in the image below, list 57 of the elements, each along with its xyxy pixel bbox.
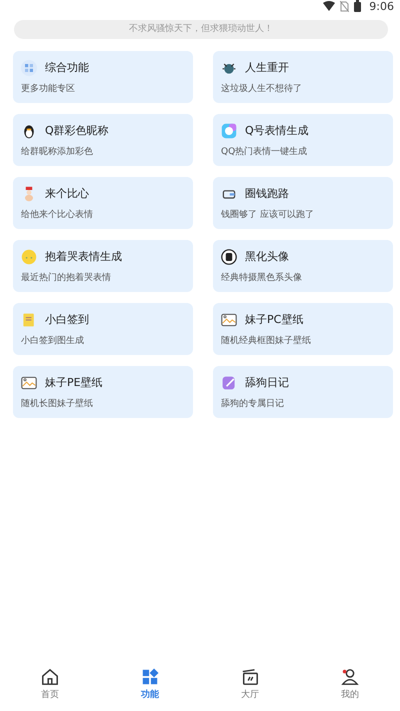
feature-card[interactable]: 妹子PE壁纸 随机长图妹子壁纸 — [13, 366, 193, 418]
card-subtitle: 小白签到图生成 — [21, 334, 85, 346]
feature-card[interactable]: 人生重开 这垃圾人生不想待了 — [213, 51, 393, 103]
card-title: 黑化头像 — [245, 249, 289, 264]
card-subtitle: 给群昵称添加彩色 — [21, 146, 94, 158]
notepad-icon — [21, 312, 37, 328]
user-icon — [341, 668, 359, 686]
nav-tab[interactable]: 首页 — [0, 668, 100, 708]
home-icon — [41, 668, 59, 686]
card-title: 来个比心 — [45, 186, 89, 201]
no-sim-icon — [340, 0, 350, 12]
card-title: 圈钱跑路 — [245, 186, 289, 201]
grid-icon — [21, 60, 37, 76]
wifi-icon — [323, 1, 336, 11]
feature-card[interactable]: Q群彩色昵称 给群昵称添加彩色 — [13, 114, 193, 166]
image-icon — [221, 312, 237, 328]
card-title: 小白签到 — [45, 312, 89, 327]
feature-card[interactable]: 来个比心 给他来个比心表情 — [13, 177, 193, 229]
card-subtitle: 更多功能专区 — [21, 82, 76, 94]
card-subtitle: 钱圈够了 应该可以跑了 — [221, 208, 315, 220]
card-subtitle: 经典特摄黑色系头像 — [221, 272, 303, 284]
penguin-icon — [21, 122, 37, 138]
card-title: Q号表情生成 — [245, 123, 309, 138]
nav-tab[interactable]: 大厅 — [200, 668, 300, 708]
card-title: 妹子PC壁纸 — [245, 312, 304, 327]
cards-icon — [241, 668, 259, 686]
card-title: 妹子PE壁纸 — [45, 375, 103, 390]
status-time: 9:06 — [369, 0, 394, 12]
card-subtitle: 给他来个比心表情 — [21, 208, 94, 220]
card-title: 综合功能 — [45, 60, 89, 75]
card-title: 人生重开 — [245, 60, 289, 75]
notebook-icon — [221, 374, 237, 390]
feature-card[interactable]: 舔狗日记 舔狗的专属日记 — [213, 366, 393, 418]
card-subtitle: 舔狗的专属日记 — [221, 398, 285, 410]
feature-card[interactable]: 综合功能 更多功能专区 — [13, 51, 193, 103]
feature-card[interactable]: 小白签到 小白签到图生成 — [13, 303, 193, 355]
card-subtitle: 这垃圾人生不想待了 — [221, 82, 303, 94]
feature-card[interactable]: 圈钱跑路 钱圈够了 应该可以跑了 — [213, 177, 393, 229]
card-subtitle: 最近热门的抱着哭表情 — [21, 272, 112, 284]
card-subtitle: 随机长图妹子壁纸 — [21, 398, 94, 410]
card-title: 抱着哭表情生成 — [45, 249, 122, 264]
feature-card[interactable]: Q号表情生成 QQ热门表情一键生成 — [213, 114, 393, 166]
image-icon — [21, 374, 37, 390]
battery-icon — [354, 0, 362, 12]
nav-tab[interactable]: 功能 — [100, 668, 200, 708]
feature-card[interactable]: 黑化头像 经典特摄黑色系头像 — [213, 240, 393, 292]
marquee-banner: 不求风骚惊天下，但求猥琐动世人！ — [14, 20, 388, 39]
card-title: Q群彩色昵称 — [45, 123, 109, 138]
card-title: 舔狗日记 — [245, 375, 289, 390]
apps-icon — [141, 668, 159, 686]
face-icon — [21, 248, 37, 264]
card-subtitle: QQ热门表情一键生成 — [221, 146, 308, 158]
avatar-icon — [221, 248, 237, 264]
feature-card[interactable]: 妹子PC壁纸 随机经典框图妹子壁纸 — [213, 303, 393, 355]
feature-card[interactable]: 抱着哭表情生成 最近热门的抱着哭表情 — [13, 240, 193, 292]
nav-tab[interactable]: 我的 — [300, 668, 400, 708]
card-subtitle: 随机经典框图妹子壁纸 — [221, 334, 312, 346]
